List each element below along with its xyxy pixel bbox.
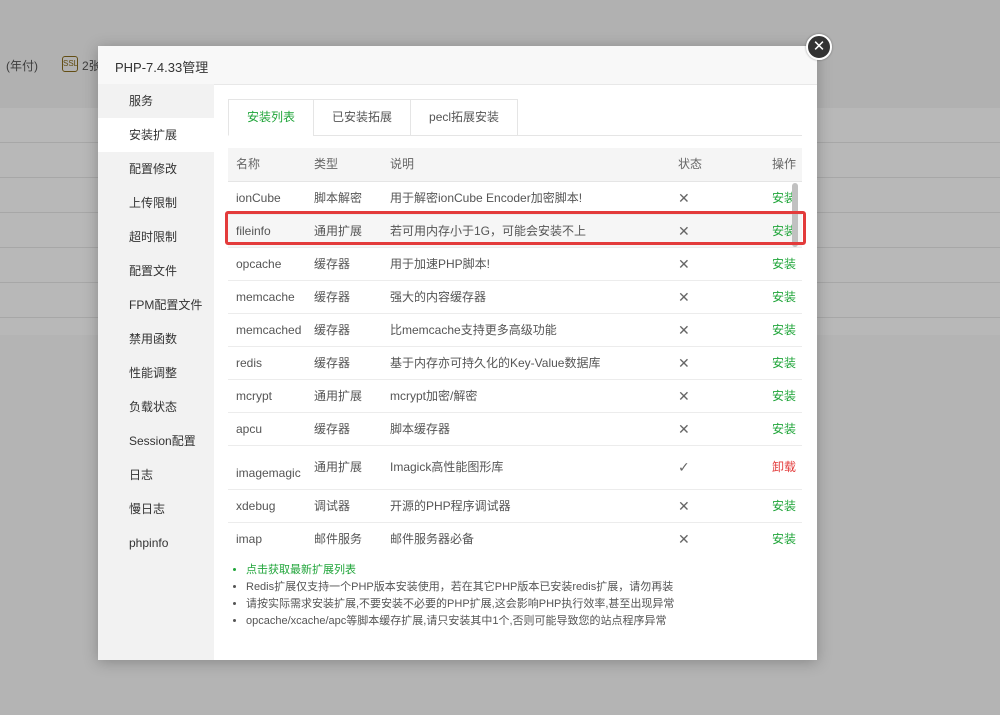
- tab-pecl-install[interactable]: pecl拓展安装: [410, 99, 519, 136]
- extension-type: 缓存器: [314, 422, 351, 436]
- cross-icon: ✕: [678, 531, 690, 547]
- cross-icon: ✕: [678, 190, 690, 206]
- extension-name: memcached: [236, 323, 302, 337]
- cross-icon: ✕: [678, 498, 690, 514]
- note-item: 请按实际需求安装扩展,不要安装不必要的PHP扩展,这会影响PHP执行效率,甚至出…: [246, 596, 806, 613]
- extension-description: 基于内存亦可持久化的Key-Value数据库: [390, 356, 601, 370]
- sidebar-item-config-edit[interactable]: 配置修改: [98, 152, 214, 186]
- tab-install-list[interactable]: 安装列表: [228, 99, 314, 136]
- column-header-name: 名称: [236, 157, 261, 171]
- extension-description: 强大的内容缓存器: [390, 290, 487, 304]
- column-header-op: 操作: [772, 157, 797, 171]
- cross-icon: ✕: [678, 421, 690, 437]
- column-header-desc: 说明: [390, 157, 415, 171]
- table-row: opcache 缓存器 用于加速PHP脚本! ✕ 安装: [228, 248, 802, 281]
- sidebar-item-phpinfo[interactable]: phpinfo: [98, 526, 214, 560]
- extension-name: apcu: [236, 422, 263, 436]
- sidebar-item-load-status[interactable]: 负载状态: [98, 390, 214, 424]
- sidebar-item-service[interactable]: 服务: [98, 84, 214, 118]
- extension-type: 脚本解密: [314, 191, 363, 205]
- column-header-status: 状态: [678, 157, 703, 171]
- extension-name: xdebug: [236, 499, 276, 513]
- sidebar-item-disabled-functions[interactable]: 禁用函数: [98, 322, 214, 356]
- cross-icon: ✕: [678, 256, 690, 272]
- extension-description: 脚本缓存器: [390, 422, 451, 436]
- tab-installed-extensions[interactable]: 已安装拓展: [313, 99, 411, 136]
- extension-description: Imagick高性能图形库: [390, 460, 504, 474]
- table-row: redis 缓存器 基于内存亦可持久化的Key-Value数据库 ✕ 安装: [228, 347, 802, 380]
- sidebar-item-config-file[interactable]: 配置文件: [98, 254, 214, 288]
- cross-icon: ✕: [678, 289, 690, 305]
- extension-type: 缓存器: [314, 356, 351, 370]
- refresh-extension-list-link[interactable]: 点击获取最新扩展列表: [246, 562, 806, 579]
- cross-icon: ✕: [678, 355, 690, 371]
- column-header-type: 类型: [314, 157, 339, 171]
- extension-description: 邮件服务器必备: [390, 532, 475, 546]
- uninstall-button[interactable]: 卸载: [772, 446, 796, 489]
- table-header: 名称 类型 说明 状态 操作: [228, 148, 802, 182]
- table-row: xdebug 调试器 开源的PHP程序调试器 ✕ 安装: [228, 490, 802, 523]
- table-row: mcrypt 通用扩展 mcrypt加密/解密 ✕ 安装: [228, 380, 802, 413]
- extension-table: 名称 类型 说明 状态 操作 ionCube 脚本解密 用于解密ionCube En…: [228, 148, 802, 552]
- sidebar-item-session-config[interactable]: Session配置: [98, 424, 214, 458]
- cross-icon: ✕: [678, 388, 690, 404]
- extension-description: mcrypt加密/解密: [390, 389, 478, 403]
- sidebar-item-slow-log[interactable]: 慢日志: [98, 492, 214, 526]
- table-row: apcu 缓存器 脚本缓存器 ✕ 安装: [228, 413, 802, 446]
- dialog-title: PHP-7.4.33管理: [115, 60, 209, 75]
- sidebar-item-timeout-limit[interactable]: 超时限制: [98, 220, 214, 254]
- extension-type: 通用扩展: [314, 460, 363, 474]
- extension-type: 缓存器: [314, 323, 351, 337]
- install-button[interactable]: 安装: [772, 314, 796, 346]
- install-button[interactable]: 安装: [772, 248, 796, 280]
- dialog-sidebar: 服务 安装扩展 配置修改 上传限制 超时限制 配置文件 FPM配置文件 禁用函数…: [98, 84, 214, 660]
- dialog-content: 安装列表 已安装拓展 pecl拓展安装 名称 类型 说明 状态 操作 ionCu…: [214, 84, 817, 660]
- extension-description: 比memcache支持更多高级功能: [390, 323, 557, 337]
- sidebar-item-fpm-config[interactable]: FPM配置文件: [98, 288, 214, 322]
- install-button[interactable]: 安装: [772, 413, 796, 445]
- sidebar-item-upload-limit[interactable]: 上传限制: [98, 186, 214, 220]
- extension-name: mcrypt: [236, 389, 272, 403]
- extension-tabs: 安装列表 已安装拓展 pecl拓展安装: [228, 99, 802, 136]
- highlight-annotation-box: [225, 211, 806, 245]
- extension-name: memcache: [236, 290, 295, 304]
- install-button[interactable]: 安装: [772, 281, 796, 313]
- extension-type: 邮件服务: [314, 532, 363, 546]
- extension-type: 调试器: [314, 499, 351, 513]
- extension-type: 缓存器: [314, 290, 351, 304]
- note-item: Redis扩展仅支持一个PHP版本安装使用，若在其它PHP版本已安装redis扩…: [246, 579, 806, 596]
- close-icon[interactable]: ✕: [806, 34, 832, 60]
- sidebar-item-performance[interactable]: 性能调整: [98, 356, 214, 390]
- help-notes: 点击获取最新扩展列表 Redis扩展仅支持一个PHP版本安装使用，若在其它PHP…: [229, 562, 806, 630]
- install-button[interactable]: 安装: [772, 490, 796, 522]
- table-row: imap 邮件服务 邮件服务器必备 ✕ 安装: [228, 523, 802, 552]
- extension-name: imap: [236, 532, 263, 546]
- install-button[interactable]: 安装: [772, 523, 796, 552]
- sidebar-item-install-extension[interactable]: 安装扩展: [98, 118, 214, 152]
- table-row: memcache 缓存器 强大的内容缓存器 ✕ 安装: [228, 281, 802, 314]
- extension-name: ionCube: [236, 191, 281, 205]
- cross-icon: ✕: [678, 322, 690, 338]
- note-item: opcache/xcache/apc等脚本缓存扩展,请只安装其中1个,否则可能导…: [246, 613, 806, 630]
- table-row: memcached 缓存器 比memcache支持更多高级功能 ✕ 安装: [228, 314, 802, 347]
- extension-description: 用于加速PHP脚本!: [390, 257, 491, 271]
- php-manage-dialog: PHP-7.4.33管理 服务 安装扩展 配置修改 上传限制 超时限制 配置文件…: [98, 46, 817, 660]
- extension-type: 缓存器: [314, 257, 351, 271]
- extension-name: opcache: [236, 257, 282, 271]
- checkmark-icon: ✓: [678, 459, 690, 475]
- extension-name: redis: [236, 356, 263, 370]
- extension-description: 开源的PHP程序调试器: [390, 499, 511, 513]
- table-row: imagemagick通用扩展Imagick高性能图形库✓卸载: [228, 446, 802, 523]
- extension-description: 用于解密ionCube Encoder加密脚本!: [390, 191, 583, 205]
- extension-type: 通用扩展: [314, 389, 363, 403]
- dialog-header: PHP-7.4.33管理: [98, 46, 817, 85]
- install-button[interactable]: 安装: [772, 380, 796, 412]
- sidebar-item-log[interactable]: 日志: [98, 458, 214, 492]
- install-button[interactable]: 安装: [772, 347, 796, 379]
